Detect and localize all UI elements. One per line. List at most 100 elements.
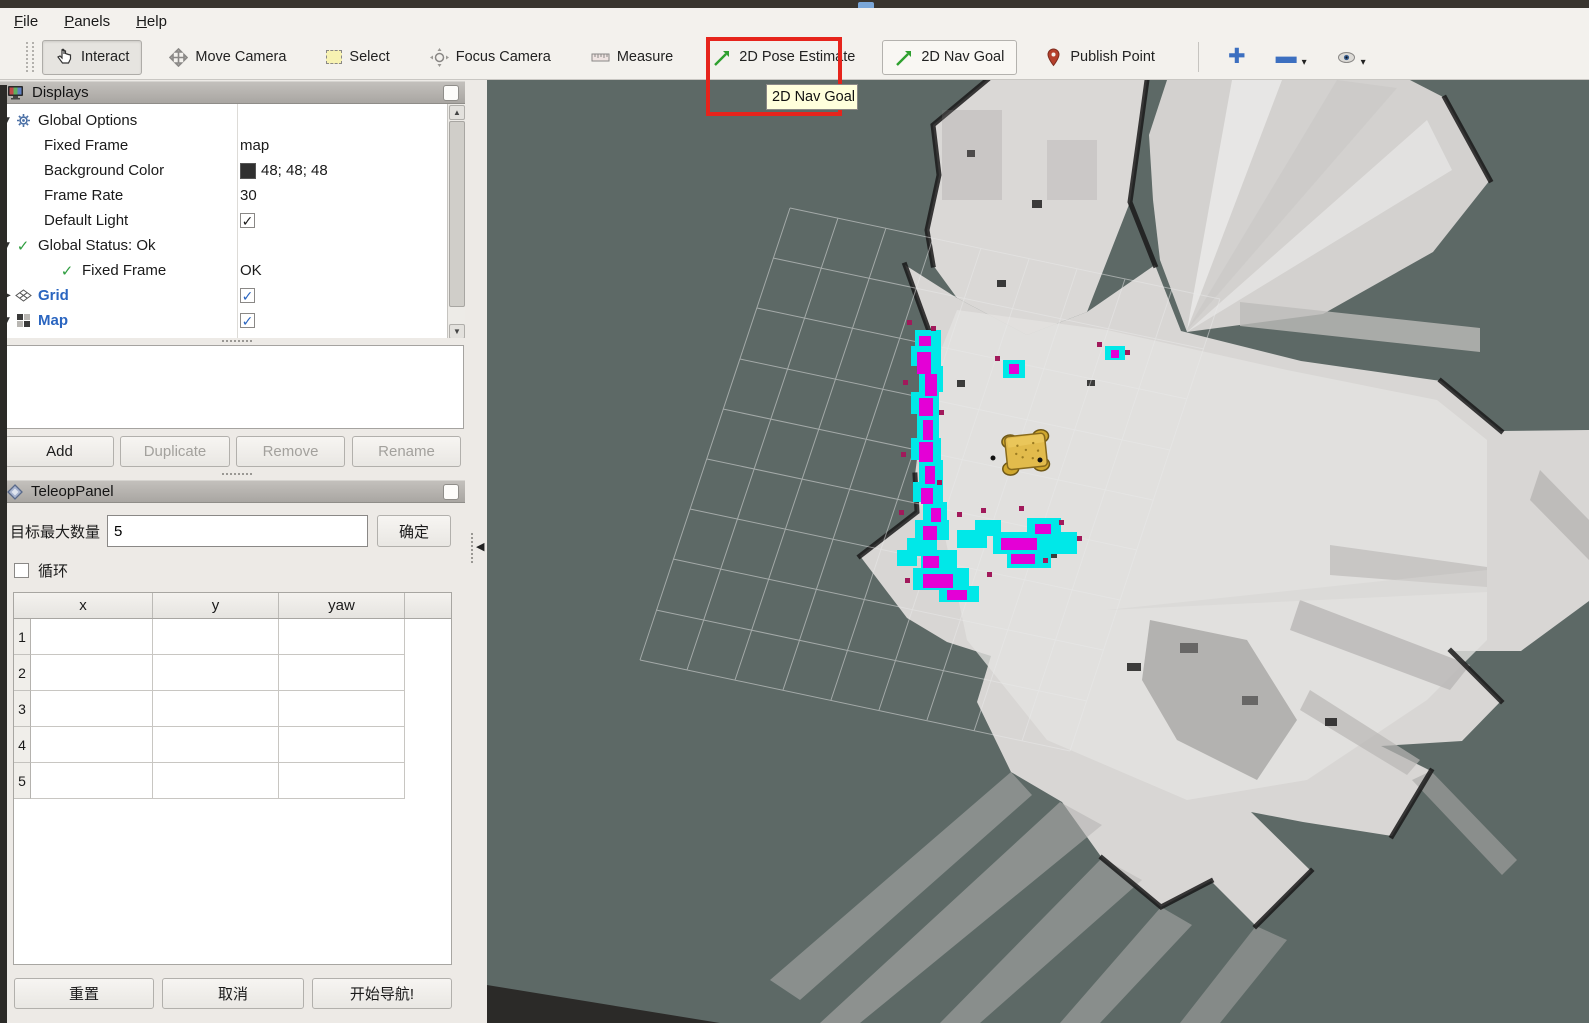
add-display-button[interactable]: Add xyxy=(5,436,114,467)
tree-row-frame-rate[interactable]: Frame Rate 30 xyxy=(0,183,447,208)
cell-yaw-1[interactable] xyxy=(279,619,405,655)
background-color-value[interactable]: 48; 48; 48 xyxy=(261,162,328,179)
remove-display-button[interactable]: Remove xyxy=(236,436,345,467)
tree-row-background-color[interactable]: Background Color 48; 48; 48 xyxy=(0,158,447,183)
teleop-panel-titlebar[interactable]: TeleopPanel xyxy=(0,480,465,503)
tree-splitter-handle[interactable] xyxy=(0,338,465,345)
focus-camera-tool-button[interactable]: Focus Camera xyxy=(417,40,564,75)
display-description-box xyxy=(3,345,464,429)
cell-x-2[interactable] xyxy=(31,655,153,691)
map-enabled-checkbox[interactable]: ✓ xyxy=(240,313,255,328)
goals-table-header: x y yaw xyxy=(14,593,451,619)
max-goals-label: 目标最大数量 xyxy=(10,521,100,542)
cell-y-5[interactable] xyxy=(153,763,279,799)
move-camera-icon xyxy=(169,48,188,67)
default-light-checkbox[interactable]: ✓ xyxy=(240,213,255,228)
color-swatch[interactable] xyxy=(240,163,256,179)
publish-point-tool-button[interactable]: Publish Point xyxy=(1031,40,1168,75)
tree-scrollbar[interactable]: ▲ ▼ xyxy=(447,104,465,340)
tree-row-global-status[interactable]: ▼ ✓ Global Status: Ok xyxy=(0,233,447,258)
tree-row-global-options[interactable]: ▼ Global Options xyxy=(0,108,447,133)
green-arrow-icon xyxy=(895,48,914,67)
teleop-panel-icon xyxy=(7,484,23,500)
loop-label: 循环 xyxy=(38,560,68,581)
dropdown-caret-icon: ▾ xyxy=(1302,57,1307,68)
panel-collapse-handle[interactable] xyxy=(471,533,473,563)
cell-yaw-3[interactable] xyxy=(279,691,405,727)
panel-float-button[interactable] xyxy=(443,85,459,101)
tree-row-grid[interactable]: ▶ Grid ✓ xyxy=(0,283,447,308)
menu-help[interactable]: Help xyxy=(136,13,167,30)
cell-y-1[interactable] xyxy=(153,619,279,655)
cell-x-5[interactable] xyxy=(31,763,153,799)
splitter-dots xyxy=(222,340,252,342)
window-titlebar xyxy=(0,0,1589,8)
cell-yaw-5[interactable] xyxy=(279,763,405,799)
interact-tool-button[interactable]: Interact xyxy=(42,40,142,75)
start-navigation-button[interactable]: 开始导航! xyxy=(312,978,452,1009)
add-tool-button[interactable]: ✚ xyxy=(1215,40,1259,74)
nav-goal-tool-button[interactable]: 2D Nav Goal xyxy=(882,40,1017,75)
toolbar-separator xyxy=(1198,42,1199,72)
visibility-tool-button[interactable]: ▾ xyxy=(1324,39,1379,76)
dropdown-caret-icon: ▾ xyxy=(1361,57,1366,68)
column-header-x[interactable]: x xyxy=(14,593,153,618)
pose-estimate-tool-button[interactable]: 2D Pose Estimate xyxy=(700,40,868,75)
row-number: 4 xyxy=(14,727,31,763)
menu-panels[interactable]: Panels xyxy=(64,13,110,30)
cell-yaw-4[interactable] xyxy=(279,727,405,763)
tree-row-default-light[interactable]: Default Light ✓ xyxy=(0,208,447,233)
scroll-down-arrow-icon[interactable]: ▼ xyxy=(449,324,465,339)
remove-tool-button[interactable]: ▬▾ xyxy=(1263,39,1320,76)
column-header-yaw[interactable]: yaw xyxy=(279,593,405,618)
move-camera-tool-button[interactable]: Move Camera xyxy=(156,40,299,75)
menu-file[interactable]: File xyxy=(14,13,38,30)
robot-side-marker xyxy=(991,456,996,461)
cell-y-2[interactable] xyxy=(153,655,279,691)
tree-row-map[interactable]: ▼ Map ✓ xyxy=(0,308,447,333)
panel-splitter-handle[interactable] xyxy=(0,471,465,478)
duplicate-display-button[interactable]: Duplicate xyxy=(120,436,230,467)
toolbar: Interact Move Camera Select Focus Camera… xyxy=(0,35,1589,80)
frame-rate-value[interactable]: 30 xyxy=(240,187,257,204)
displays-tree: ▼ Global Options Fixed Frame map Backgro… xyxy=(0,104,465,340)
reset-button[interactable]: 重置 xyxy=(14,978,154,1009)
scroll-up-arrow-icon[interactable]: ▲ xyxy=(449,105,465,120)
toolbar-drag-handle[interactable] xyxy=(26,42,34,72)
focus-camera-icon xyxy=(430,48,449,67)
cell-x-3[interactable] xyxy=(31,691,153,727)
cell-yaw-2[interactable] xyxy=(279,655,405,691)
teleop-panel-title: TeleopPanel xyxy=(31,483,114,500)
cell-x-1[interactable] xyxy=(31,619,153,655)
cell-y-3[interactable] xyxy=(153,691,279,727)
cell-y-4[interactable] xyxy=(153,727,279,763)
confirm-button[interactable]: 确定 xyxy=(377,515,451,547)
cancel-button[interactable]: 取消 xyxy=(162,978,304,1009)
scrollbar-thumb[interactable] xyxy=(449,121,465,307)
grid-enabled-checkbox[interactable]: ✓ xyxy=(240,288,255,303)
loop-checkbox[interactable] xyxy=(14,563,29,578)
rename-display-button[interactable]: Rename xyxy=(352,436,461,467)
desktop-edge xyxy=(0,85,7,1023)
row-number: 2 xyxy=(14,655,31,691)
panel-float-button[interactable] xyxy=(443,484,459,500)
collapse-left-arrow-icon[interactable]: ◀ xyxy=(476,540,484,553)
grid-display-icon xyxy=(14,288,32,304)
tree-row-fixed-frame[interactable]: Fixed Frame map xyxy=(0,133,447,158)
row-number: 1 xyxy=(14,619,31,655)
plus-icon: ✚ xyxy=(1228,48,1246,66)
measure-tool-button[interactable]: Measure xyxy=(578,40,686,75)
fixed-frame-value[interactable]: map xyxy=(240,137,269,154)
nav-goal-tooltip: 2D Nav Goal xyxy=(766,84,858,110)
displays-panel-titlebar[interactable]: Displays xyxy=(0,81,465,104)
displays-button-row: Add Duplicate Remove Rename xyxy=(0,436,465,468)
rviz-3d-viewport[interactable] xyxy=(487,80,1589,1023)
select-tool-button[interactable]: Select xyxy=(313,41,402,73)
status-ok-check-icon: ✓ xyxy=(14,238,32,254)
measure-ruler-icon xyxy=(591,48,610,67)
cell-x-4[interactable] xyxy=(31,727,153,763)
menu-bar: File Panels Help xyxy=(0,8,1589,35)
max-goals-input[interactable] xyxy=(107,515,368,547)
column-header-y[interactable]: y xyxy=(153,593,279,618)
tree-row-status-fixed-frame[interactable]: ✓ Fixed Frame OK xyxy=(0,258,447,283)
